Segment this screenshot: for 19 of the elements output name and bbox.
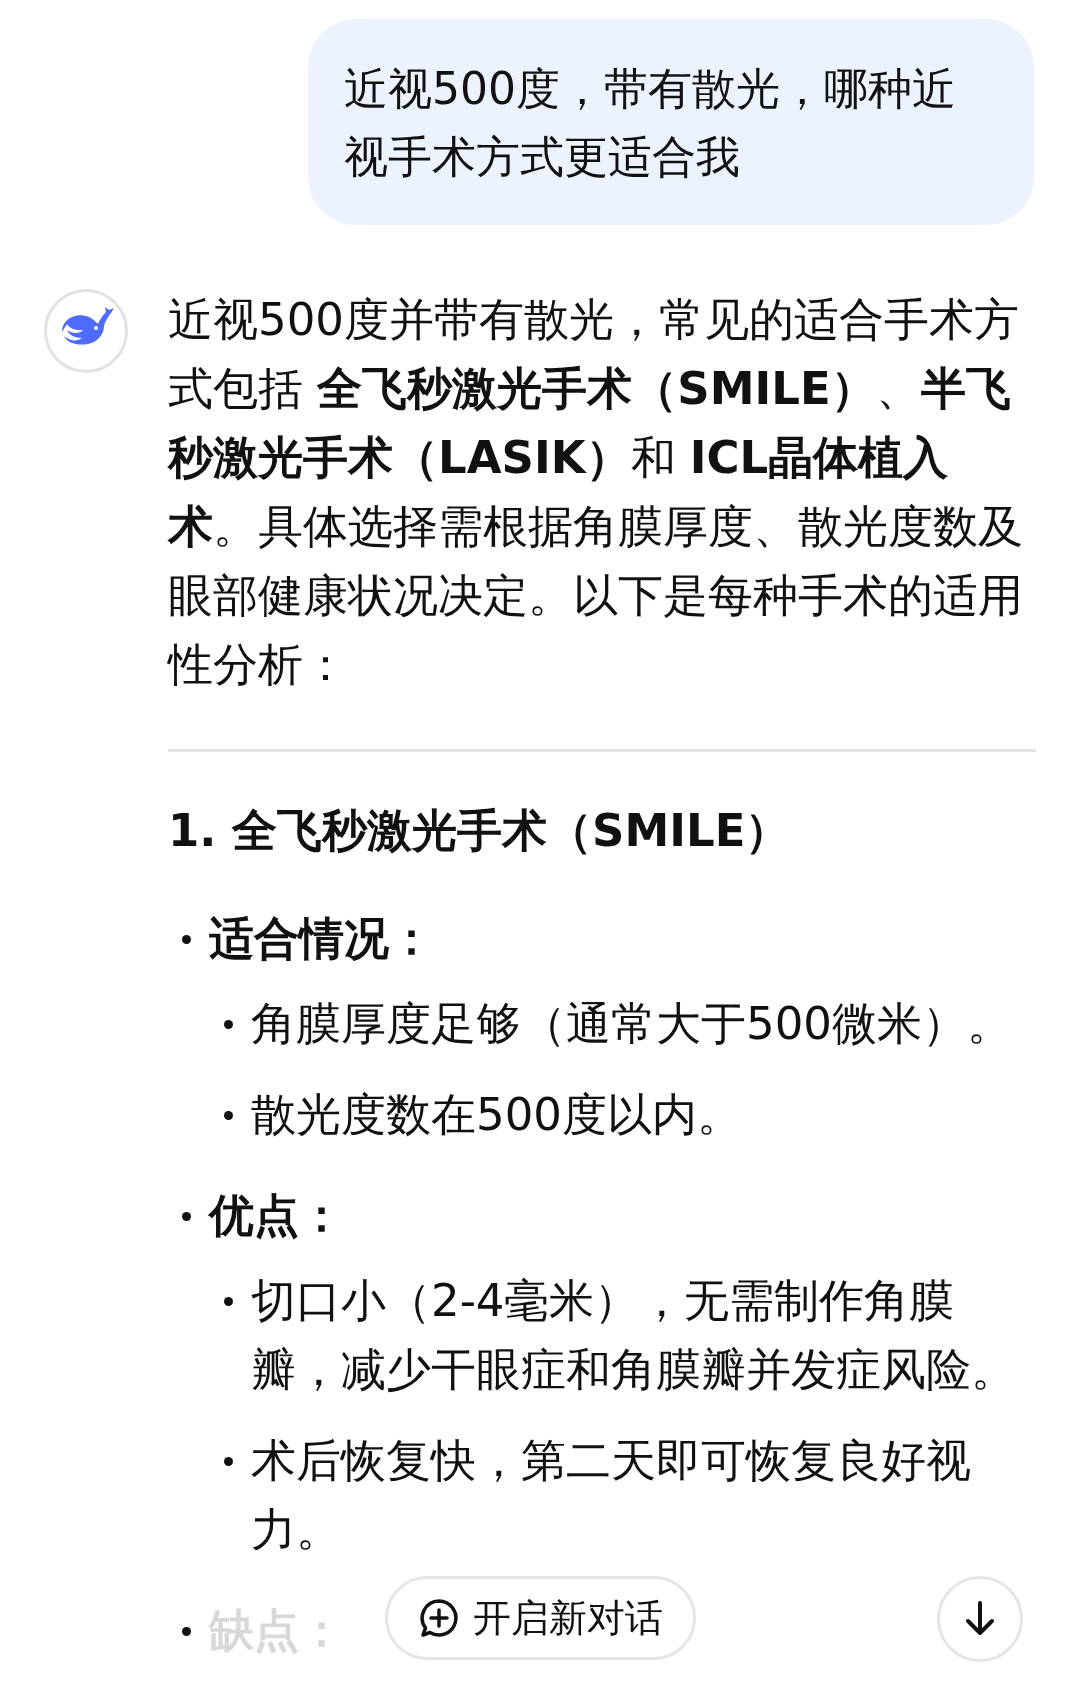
user-message: 近视500度，带有散光，哪种近视手术方式更适合我 (308, 19, 1034, 225)
list-item-text: 术后恢复快，第二天即可恢复良好视力。 (251, 1433, 972, 1558)
bullet-icon (182, 1212, 191, 1221)
list-item-text: 散光度数在500度以内。 (251, 1087, 742, 1143)
bullet-icon (224, 1020, 233, 1029)
whale-avatar-icon (44, 289, 128, 373)
list-item-text: 优点： (209, 1188, 344, 1244)
list-item-text: 切口小（2-4毫米），无需制作角膜瓣，减少干眼症和角膜瓣并发症风险。 (251, 1273, 1017, 1398)
bullet-icon (182, 1627, 191, 1636)
bullet-icon (224, 1457, 233, 1466)
list-item-text: 角膜厚度足够（通常大于500微米）。 (251, 996, 1012, 1052)
section-heading: 1. 全飞秒激光手术（SMILE） (168, 803, 792, 859)
bullet-icon (182, 935, 191, 944)
chat-plus-icon (418, 1598, 459, 1638)
bullet-icon (224, 1111, 233, 1120)
new-chat-button[interactable]: 开启新对话 (385, 1576, 696, 1660)
list-item-text: 适合情况： (209, 911, 434, 967)
answer-paragraph: 近视500度并带有散光，常见的适合手术方式包括 全飞秒激光手术（SMILE）、半飞秒激光手术（LASIK）和 ICL晶体植入术。具体选择需根据角膜厚度、散光度数及眼部健康状况决定。以下是每种手术的适用性分析： (168, 292, 1024, 693)
bullet-icon (224, 1297, 233, 1306)
